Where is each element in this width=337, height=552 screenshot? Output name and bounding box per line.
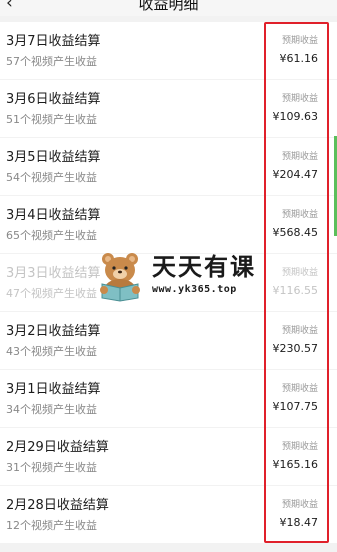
list-item[interactable]: 3月7日收益结算 57个视频产生收益 预期收益 ¥61.16	[0, 22, 337, 79]
settlement-title: 2月29日收益结算	[6, 440, 109, 455]
earnings-amount: ¥116.55	[272, 284, 319, 297]
earnings-column: 预期收益 ¥568.45	[273, 209, 319, 240]
list-item[interactable]: 3月3日收益结算 47个视频产生收益 预期收益 ¥116.55	[0, 254, 337, 311]
settlement-title: 3月6日收益结算	[6, 92, 101, 107]
earnings-amount: ¥568.45	[272, 226, 319, 239]
video-count: 54个视频产生收益	[6, 171, 97, 184]
expected-earnings-label: 预期收益	[281, 268, 318, 278]
video-count: 65个视频产生收益	[6, 229, 97, 242]
earnings-list: 3月7日收益结算 57个视频产生收益 预期收益 ¥61.16 3月6日收益结算 …	[0, 22, 337, 544]
settlement-title: 2月28日收益结算	[6, 498, 109, 513]
settlement-title: 3月5日收益结算	[6, 150, 101, 165]
earnings-column: 预期收益 ¥109.63	[273, 93, 319, 124]
list-item[interactable]: 3月4日收益结算 65个视频产生收益 预期收益 ¥568.45	[0, 196, 337, 253]
list-item[interactable]: 2月29日收益结算 31个视频产生收益 预期收益 ¥165.16	[0, 428, 337, 485]
nav-bar: ‹ 收益明细	[0, 0, 337, 16]
expected-earnings-label: 预期收益	[281, 500, 318, 510]
page-title: 收益明细	[138, 0, 199, 13]
list-item[interactable]: 3月1日收益结算 34个视频产生收益 预期收益 ¥107.75	[0, 370, 337, 427]
settlement-title: 3月1日收益结算	[6, 382, 101, 397]
expected-earnings-label: 预期收益	[281, 152, 318, 162]
earnings-column: 预期收益 ¥165.16	[273, 441, 319, 472]
video-count: 12个视频产生收益	[6, 519, 97, 532]
video-count: 57个视频产生收益	[6, 55, 97, 68]
video-count: 34个视频产生收益	[6, 403, 97, 416]
earnings-column: 预期收益 ¥230.57	[273, 325, 319, 356]
expected-earnings-label: 预期收益	[281, 94, 318, 104]
settlement-title: 3月4日收益结算	[6, 208, 101, 223]
earnings-column: 预期收益 ¥61.16	[280, 35, 319, 66]
settlement-title: 3月2日收益结算	[6, 324, 101, 339]
list-item[interactable]: 3月6日收益结算 51个视频产生收益 预期收益 ¥109.63	[0, 80, 337, 137]
settlement-title: 3月7日收益结算	[6, 34, 101, 49]
expected-earnings-label: 预期收益	[281, 36, 318, 46]
earnings-amount: ¥230.57	[272, 342, 319, 355]
video-count: 51个视频产生收益	[6, 113, 97, 126]
earnings-amount: ¥107.75	[272, 400, 319, 413]
list-item[interactable]: 3月2日收益结算 43个视频产生收益 预期收益 ¥230.57	[0, 312, 337, 369]
earnings-column: 预期收益 ¥116.55	[273, 267, 319, 298]
expected-earnings-label: 预期收益	[281, 384, 318, 394]
earnings-column: 预期收益 ¥204.47	[273, 151, 319, 182]
earnings-amount: ¥204.47	[272, 168, 319, 181]
list-item[interactable]: 3月5日收益结算 54个视频产生收益 预期收益 ¥204.47	[0, 138, 337, 195]
settlement-title: 3月3日收益结算	[6, 266, 101, 281]
earnings-detail-screen: ‹ 收益明细 3月7日收益结算 57个视频产生收益 预期收益 ¥61.16 3月…	[0, 0, 337, 552]
expected-earnings-label: 预期收益	[281, 326, 318, 336]
video-count: 31个视频产生收益	[6, 461, 97, 474]
earnings-amount: ¥61.16	[279, 52, 319, 65]
earnings-amount: ¥109.63	[272, 110, 319, 123]
earnings-column: 预期收益 ¥107.75	[273, 383, 319, 414]
video-count: 47个视频产生收益	[6, 287, 97, 300]
expected-earnings-label: 预期收益	[281, 210, 318, 220]
expected-earnings-label: 预期收益	[281, 442, 318, 452]
earnings-column: 预期收益 ¥18.47	[280, 499, 319, 530]
video-count: 43个视频产生收益	[6, 345, 97, 358]
earnings-amount: ¥165.16	[272, 458, 319, 471]
earnings-amount: ¥18.47	[279, 516, 319, 529]
list-item[interactable]: 2月28日收益结算 12个视频产生收益 预期收益 ¥18.47	[0, 486, 337, 543]
